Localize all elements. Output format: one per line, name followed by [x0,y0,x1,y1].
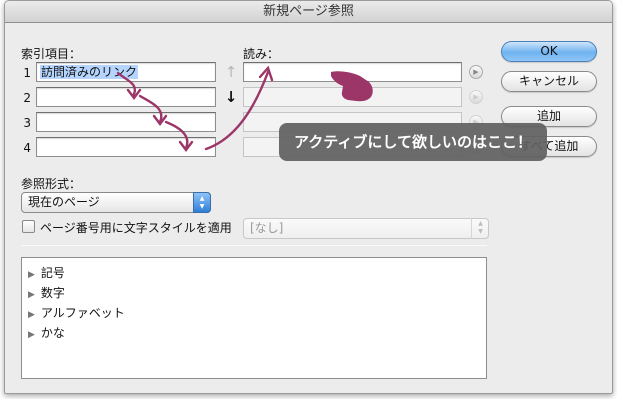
callout-tooltip: アクティブにして欲しいのはここ！ [279,123,547,161]
reference-type-value: 現在のページ [28,195,100,209]
index-entry-label: 索引項目： [21,47,82,61]
disclosure-triangle-icon[interactable]: ▶ [28,270,35,280]
move-up-arrow-icon[interactable]: ↑ [224,64,238,80]
reading-field-1[interactable] [243,62,462,82]
reading-menu-button-2: ▶ [469,90,483,104]
dialog-title: 新規ページ参照 [5,1,612,23]
row-number-3: 3 [23,116,31,130]
tree-item-alphabet[interactable]: ▶ アルファベット [28,304,125,321]
tree-item-kana[interactable]: ▶ かな [28,324,65,341]
char-style-select: [なし] ▲ ▼ [243,218,489,239]
select-stepper-icon: ▲ ▼ [193,192,211,213]
disclosure-triangle-icon[interactable]: ▶ [28,330,35,340]
index-entry-field-1[interactable]: 訪問済みのリンク [36,62,216,82]
char-style-checkbox-label: ページ番号用に文字スタイルを適用 [40,221,232,235]
index-entry-field-4[interactable] [36,137,216,157]
select-stepper-icon: ▲ ▼ [471,218,489,239]
tree-item-symbols[interactable]: ▶ 記号 [28,264,65,281]
new-page-reference-dialog: 新規ページ参照 索引項目： 1 訪問済みのリンク 2 3 4 ↑ ↓ 読み： ▶… [4,0,613,394]
reference-type-label: 参照形式： [21,177,82,191]
index-entry-field-2[interactable] [36,87,216,107]
reference-type-select[interactable]: 現在のページ ▲ ▼ [21,192,211,213]
index-tree-list[interactable]: ▶ 記号 ▶ 数字 ▶ アルファベット ▶ かな [21,257,487,379]
ok-button[interactable]: OK [501,41,597,62]
disclosure-triangle-icon[interactable]: ▶ [28,290,35,300]
index-entry-value-1: 訪問済みのリンク [40,65,139,79]
reading-field-2 [243,87,462,107]
char-style-value: [なし] [250,221,284,235]
row-number-4: 4 [23,141,31,155]
move-down-arrow-icon[interactable]: ↓ [224,89,238,105]
char-style-checkbox[interactable] [22,220,35,233]
row-number-2: 2 [23,91,31,105]
tree-item-numbers[interactable]: ▶ 数字 [28,284,65,301]
separator [21,245,487,246]
disclosure-triangle-icon[interactable]: ▶ [28,310,35,320]
index-entry-field-3[interactable] [36,112,216,132]
cancel-button[interactable]: キャンセル [501,71,597,92]
row-number-1: 1 [23,66,31,80]
reading-label: 読み： [243,47,280,61]
reading-menu-button-1[interactable]: ▶ [469,65,483,79]
